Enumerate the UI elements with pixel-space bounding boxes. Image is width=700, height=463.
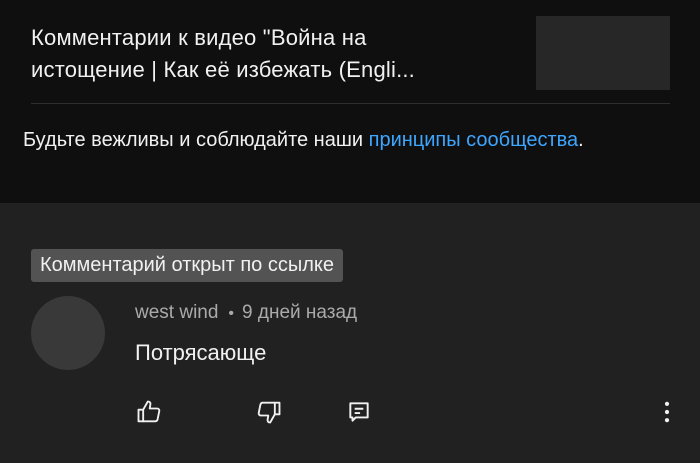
guidelines-text: Будьте вежливы и соблюдайте наши	[23, 129, 369, 151]
comment-time: 9 дней назад	[242, 302, 358, 323]
reply-button[interactable]	[343, 396, 375, 428]
community-guidelines-notice: Будьте вежливы и соблюдайте наши принцип…	[23, 126, 643, 154]
more-vertical-icon	[664, 401, 670, 423]
like-button[interactable]	[133, 396, 165, 428]
video-title-line-2: истощение | Как её избежать (Engli...	[31, 57, 415, 82]
video-title: Комментарии к видео "Война на истощение …	[31, 22, 501, 86]
more-options-button[interactable]	[651, 396, 683, 428]
header-divider	[31, 103, 670, 104]
linked-comment-badge: Комментарий открыт по ссылке	[31, 249, 343, 282]
reply-icon	[349, 402, 369, 422]
comments-header: Комментарии к видео "Война на истощение …	[0, 0, 700, 203]
community-guidelines-link[interactable]: принципы сообщества	[369, 129, 579, 151]
video-title-line-1: Комментарии к видео "Война на	[31, 25, 367, 50]
avatar[interactable]	[31, 296, 105, 370]
video-thumbnail[interactable]	[536, 16, 670, 90]
meta-separator: •	[228, 305, 235, 322]
comment-author[interactable]: west wind	[135, 302, 218, 323]
comment-text: Потрясающе	[135, 340, 267, 365]
dislike-button[interactable]	[253, 396, 285, 428]
thumb-up-icon	[137, 400, 161, 423]
comment-meta: west wind • 9 дней назад	[135, 300, 357, 327]
thumb-down-icon	[257, 401, 281, 424]
guidelines-suffix: .	[578, 129, 584, 151]
